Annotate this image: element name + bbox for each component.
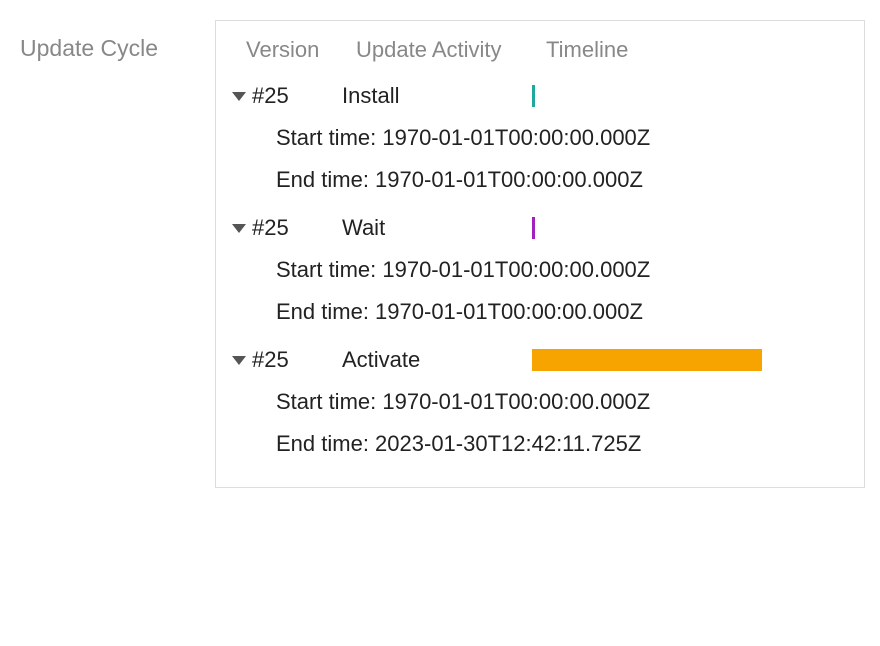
end-time-value: 2023-01-30T12:42:11.725Z (375, 431, 641, 456)
end-time-value: 1970-01-01T00:00:00.000Z (375, 167, 643, 192)
header-timeline: Timeline (546, 37, 848, 63)
timeline-bar (532, 349, 762, 371)
start-time-row: Start time: 1970-01-01T00:00:00.000Z (232, 249, 848, 291)
end-time-row: End time: 2023-01-30T12:42:11.725Z (232, 423, 848, 465)
end-time-row: End time: 1970-01-01T00:00:00.000Z (232, 159, 848, 201)
start-time-value: 1970-01-01T00:00:00.000Z (382, 125, 650, 150)
update-row[interactable]: #25 Install (232, 75, 848, 117)
header-row: Version Update Activity Timeline (232, 33, 848, 75)
start-time-row: Start time: 1970-01-01T00:00:00.000Z (232, 381, 848, 423)
update-group: #25 Activate Start time: 1970-01-01T00:0… (232, 339, 848, 465)
start-time-value: 1970-01-01T00:00:00.000Z (382, 257, 650, 282)
end-time-value: 1970-01-01T00:00:00.000Z (375, 299, 643, 324)
start-time-label: Start time: (276, 125, 382, 150)
start-time-value: 1970-01-01T00:00:00.000Z (382, 389, 650, 414)
update-group: #25 Install Start time: 1970-01-01T00:00… (232, 75, 848, 201)
update-row[interactable]: #25 Wait (232, 207, 848, 249)
start-time-label: Start time: (276, 389, 382, 414)
activity-text: Install (342, 83, 532, 109)
update-row[interactable]: #25 Activate (232, 339, 848, 381)
timeline-cell (532, 216, 848, 240)
end-time-label: End time: (276, 431, 375, 456)
activity-text: Wait (342, 215, 532, 241)
side-label: Update Cycle (20, 20, 195, 62)
start-time-row: Start time: 1970-01-01T00:00:00.000Z (232, 117, 848, 159)
version-text: #25 (252, 83, 289, 109)
header-activity: Update Activity (356, 37, 546, 63)
start-time-label: Start time: (276, 257, 382, 282)
chevron-down-icon[interactable] (232, 92, 246, 101)
timeline-cell (532, 348, 848, 372)
timeline-bar (532, 217, 535, 239)
chevron-down-icon[interactable] (232, 356, 246, 365)
header-version: Version (246, 37, 356, 63)
version-text: #25 (252, 215, 289, 241)
end-time-row: End time: 1970-01-01T00:00:00.000Z (232, 291, 848, 333)
timeline-bar (532, 85, 535, 107)
update-cycle-panel: Version Update Activity Timeline #25 Ins… (215, 20, 865, 488)
activity-text: Activate (342, 347, 532, 373)
end-time-label: End time: (276, 299, 375, 324)
end-time-label: End time: (276, 167, 375, 192)
chevron-down-icon[interactable] (232, 224, 246, 233)
update-group: #25 Wait Start time: 1970-01-01T00:00:00… (232, 207, 848, 333)
timeline-cell (532, 84, 848, 108)
version-text: #25 (252, 347, 289, 373)
